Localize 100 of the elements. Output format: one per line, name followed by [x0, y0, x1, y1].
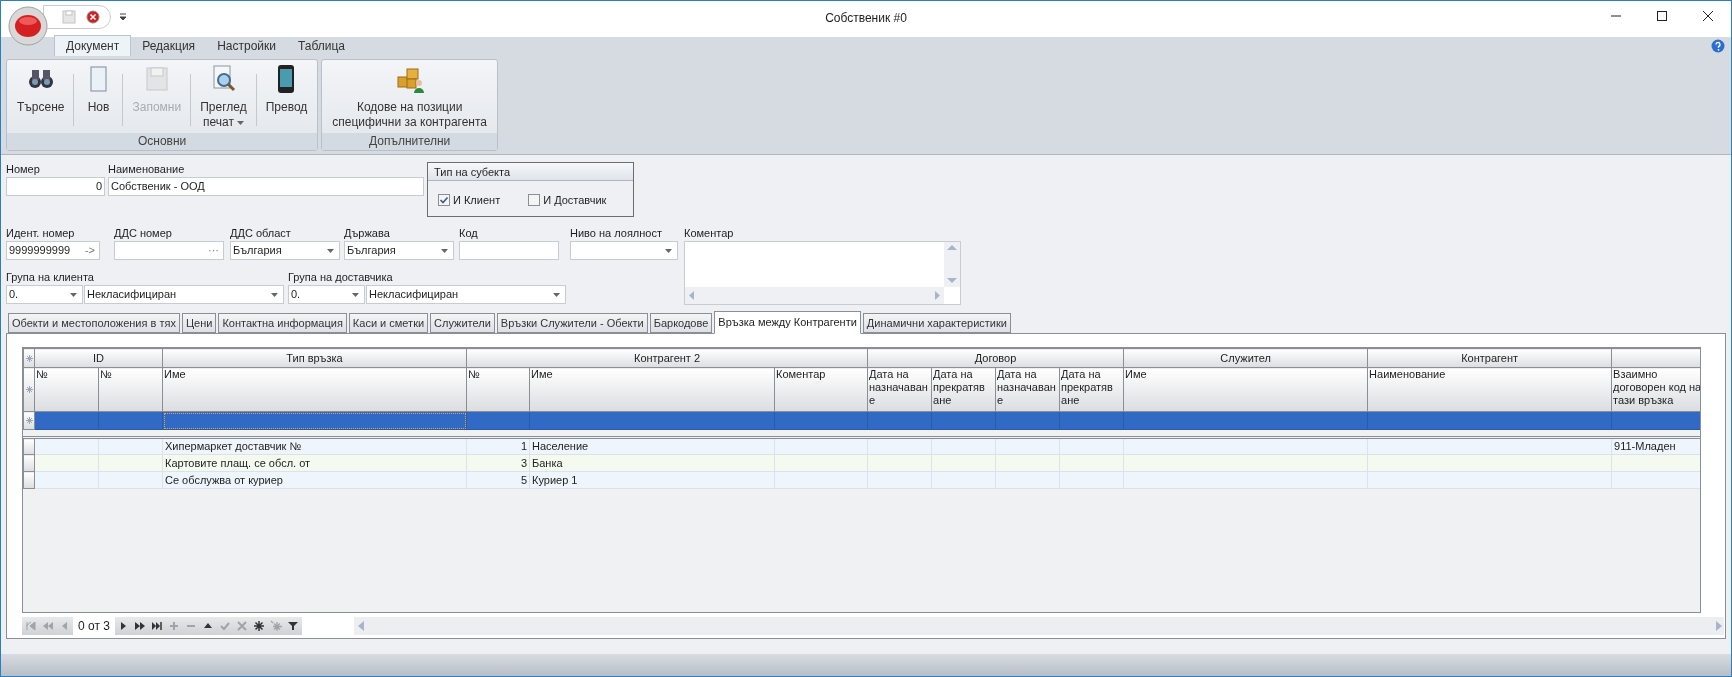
ribbon-button[interactable]: Нов [77, 64, 120, 115]
table-cell: Картовите плащ. се обсл. от [162, 454, 467, 472]
group-label: Основни [7, 133, 318, 150]
combo-box[interactable]: България [230, 241, 340, 260]
column-header[interactable]: Дата на прекратяв ане [1059, 367, 1124, 412]
field-label: Група на доставчика [288, 270, 394, 285]
column-header[interactable]: № [98, 367, 163, 412]
combo-box[interactable]: България [344, 241, 454, 260]
save-icon[interactable] [62, 10, 76, 24]
column-group-header: Контрагент [1367, 348, 1612, 368]
tab[interactable]: Служители [430, 313, 495, 333]
dropdown-caret-icon [271, 292, 278, 297]
dropdown-caret-icon [327, 248, 334, 253]
column-header[interactable]: Наименование [1367, 367, 1612, 412]
ribbon-button[interactable]: Превод [259, 64, 314, 115]
table-cell: 1 [466, 437, 530, 455]
ribbon-tab[interactable]: Документ [54, 35, 132, 56]
comment-field[interactable] [684, 241, 961, 305]
tab[interactable]: Баркодове [649, 313, 713, 333]
tab[interactable]: Каси и сметки [348, 313, 429, 333]
next-page-icon[interactable] [134, 620, 147, 632]
field-label: ДДС област [230, 226, 292, 241]
tab[interactable]: Контактна информация [218, 313, 347, 333]
column-header[interactable]: Име [162, 367, 467, 412]
document-icon [91, 66, 107, 92]
checked-box-icon [438, 194, 450, 207]
input-field[interactable]: 0 [6, 177, 105, 196]
action-glyph[interactable]: -> [82, 242, 97, 259]
field-label: Номер [6, 162, 41, 177]
combo-box[interactable]: 0. [288, 285, 365, 304]
column-header[interactable]: № [34, 367, 99, 412]
field-label: Идент. номер [6, 226, 76, 241]
input-field[interactable]: 9999999999 -> [6, 241, 100, 260]
checkbox[interactable]: И Доставчик [528, 192, 607, 209]
vertical-scrollbar-icon[interactable] [944, 242, 960, 287]
field-label: Ниво на лоялност [570, 226, 663, 241]
column-group-header: Служител [1123, 348, 1368, 368]
row-header-star-icon [24, 385, 34, 394]
tab[interactable]: Цени [181, 313, 217, 333]
input-field[interactable]: Собственик - ООД [108, 177, 424, 196]
boxes-with-person-icon [397, 68, 424, 93]
dropdown-caret-icon [553, 292, 560, 297]
row-header[interactable] [23, 471, 35, 489]
ribbon-tab[interactable]: Таблица [286, 35, 357, 56]
horizontal-scrollbar-icon[interactable] [353, 617, 1724, 635]
ribbon-button[interactable]: Търсене [11, 64, 71, 115]
group-label: Допълнителни [322, 133, 498, 150]
field-label: ДДС номер [114, 226, 173, 241]
new-row[interactable] [23, 411, 1700, 430]
tab[interactable]: Динамични характеристики [862, 313, 1011, 333]
close-icon[interactable] [1703, 11, 1713, 21]
field-label: Група на клиента [6, 270, 95, 285]
column-header[interactable]: Коментар [774, 367, 868, 412]
filter-icon[interactable] [287, 620, 300, 632]
column-header[interactable]: Дата на назначаван е [867, 367, 932, 412]
field-label: Код [459, 226, 479, 241]
table-cell: Куриер 1 [529, 471, 775, 489]
tab[interactable]: Връзка между Контрагенти [714, 311, 861, 334]
dropdown-caret-icon [441, 248, 448, 253]
input-field[interactable] [459, 241, 559, 260]
column-header[interactable]: № [466, 367, 530, 412]
action-glyph[interactable]: ··· [206, 242, 221, 259]
combo-box[interactable]: Некласифициран [84, 285, 284, 304]
column-header[interactable]: Дата на назначаван е [995, 367, 1060, 412]
checkbox-icon [528, 194, 541, 207]
maximize-icon[interactable] [1657, 11, 1667, 21]
column-group-header: Договор [867, 348, 1124, 368]
column-group-header: Контрагент 2 [466, 348, 868, 368]
ribbon-button[interactable]: Кодове на позиции специфични за контрагента [326, 64, 494, 130]
ribbon-tab[interactable]: Настройки [206, 35, 287, 56]
last-record-icon[interactable] [151, 620, 164, 632]
field-label: Наименование [108, 162, 186, 177]
row-header[interactable] [23, 454, 35, 472]
field-label: Държава [344, 226, 391, 241]
column-header[interactable]: Име [1123, 367, 1368, 412]
checkbox[interactable]: И Клиент [438, 192, 501, 209]
window-title: Собственик #0 [825, 10, 907, 27]
column-header[interactable]: Име [529, 367, 775, 412]
row-header-star-icon [24, 416, 34, 425]
record-position: 0 от 3 [73, 617, 115, 635]
combo-box[interactable]: Некласифициран [366, 285, 566, 304]
asterisk-icon[interactable] [253, 620, 266, 632]
dropdown-caret-icon [70, 292, 77, 297]
column-header[interactable]: Дата на прекратяв ане [931, 367, 996, 412]
horizontal-scrollbar-icon[interactable] [685, 287, 944, 304]
dropdown-caret-icon [665, 248, 672, 253]
phone-icon [278, 65, 295, 93]
ribbon-tab[interactable]: Редакция [131, 35, 207, 56]
tab[interactable]: Обекти и местоположения в тях [8, 313, 180, 333]
help-icon[interactable] [1711, 39, 1725, 53]
ribbon-button[interactable]: Преглед печат [194, 64, 253, 130]
input-field[interactable]: ··· [114, 241, 224, 260]
row-header[interactable] [23, 437, 35, 455]
binoculars-icon [28, 70, 53, 88]
combo-box[interactable] [570, 241, 678, 260]
dropdown-caret-icon [352, 292, 359, 297]
customize-icon[interactable] [119, 13, 127, 21]
tab[interactable]: Връзки Служители - Обекти [496, 313, 648, 333]
table-cell: 5 [466, 471, 530, 489]
combo-box[interactable]: 0. [6, 285, 83, 304]
